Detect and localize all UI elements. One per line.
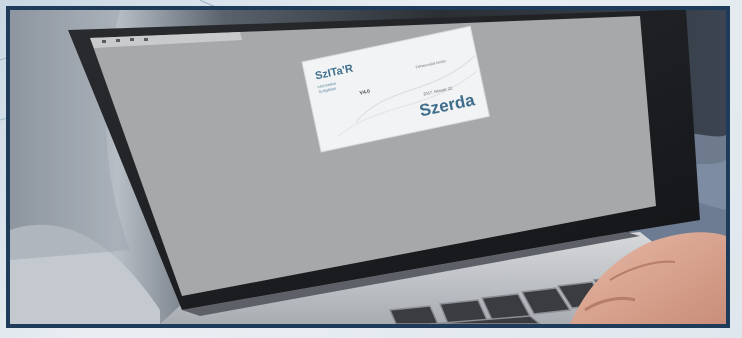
photo-stage: SzITa'R Informatikai Szolgáltató V4.0 Fe…	[0, 0, 742, 338]
photo-frame: SzITa'R Informatikai Szolgáltató V4.0 Fe…	[6, 6, 730, 328]
laptop-photo: SzITa'R Informatikai Szolgáltató V4.0 Fe…	[10, 10, 726, 324]
